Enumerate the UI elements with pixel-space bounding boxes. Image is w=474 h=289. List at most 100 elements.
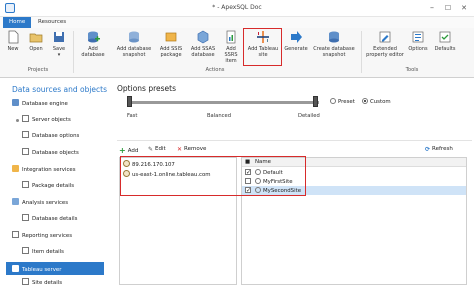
window-title: * - ApexSQL Doc [212, 4, 262, 11]
group-projects-label: Projects [27, 67, 49, 73]
edit-server-button[interactable]: ✎ Edit [148, 146, 166, 153]
open-label: Open [29, 46, 43, 52]
create-database-snapshot-label: Create database snapshot [313, 46, 355, 58]
sidebar-item-label: Database objects [32, 150, 79, 156]
pencil-icon: ✎ [148, 146, 154, 153]
database-options-icon [22, 131, 29, 138]
add-database-snapshot-label: Add database snapshot [116, 46, 152, 58]
open-folder-icon [29, 30, 43, 44]
ssas-cube-icon [196, 30, 210, 44]
refresh-icon: ⟳ [425, 146, 431, 153]
sidebar-title: Data sources and objects [12, 85, 108, 94]
plus-icon: + [119, 146, 126, 155]
generate-arrow-icon [289, 30, 303, 44]
slider-label-fast: Fast [127, 113, 138, 119]
tab-resources[interactable]: Resources [32, 17, 72, 28]
add-ssis-package-button[interactable]: Add SSIS package [157, 30, 185, 58]
sidebar-item-item-details[interactable]: Item details [22, 247, 64, 258]
minimize-button[interactable]: – [426, 2, 438, 14]
save-dropdown-icon[interactable]: ▾ [50, 52, 68, 58]
sidebar-item-database-options[interactable]: Database options [22, 131, 79, 142]
slider-label-balanced: Balanced [207, 113, 231, 119]
database-add-icon [86, 30, 100, 44]
remove-label: Remove [184, 146, 207, 152]
database-icon [12, 99, 19, 106]
item-details-icon [22, 247, 29, 254]
new-file-icon [6, 30, 20, 44]
sidebar-item-reporting-services[interactable]: Reporting services [12, 231, 72, 242]
ribbon-separator [73, 31, 74, 73]
maximize-button[interactable]: ☐ [442, 2, 454, 14]
tab-home[interactable]: Home [3, 17, 32, 28]
refresh-label: Refresh [432, 146, 453, 152]
sidebar-item-analysis-services[interactable]: Analysis services [12, 198, 68, 209]
remove-server-button[interactable]: ✕ Remove [177, 146, 206, 153]
sidebar-item-label: Tableau server [22, 267, 62, 273]
sidebar-item-label: Database engine [22, 101, 68, 107]
servers-sites-highlight-box [120, 156, 306, 196]
add-ssas-database-label: Add SSAS database [190, 46, 216, 58]
section-divider [117, 140, 472, 141]
preset-radio[interactable]: Preset [330, 98, 355, 105]
sidebar-item-label: Integration services [22, 167, 76, 173]
site-details-icon [22, 278, 29, 285]
add-database-button[interactable]: Add database [76, 30, 110, 58]
server-objects-icon [22, 115, 29, 122]
add-ssis-package-label: Add SSIS package [159, 46, 183, 58]
close-button[interactable]: ✕ [458, 2, 470, 14]
presets-slider-knob-left[interactable] [127, 96, 132, 107]
extended-property-editor-label: Extended property editor [366, 46, 404, 58]
defaults-button[interactable]: Defaults [431, 30, 459, 52]
sidebar-item-database-objects[interactable]: Database objects [22, 148, 79, 159]
extended-property-editor-button[interactable]: Extended property editor [364, 30, 406, 58]
create-database-snapshot-button[interactable]: Create database snapshot [311, 30, 357, 58]
sidebar-item-database-details[interactable]: Database details [22, 214, 77, 225]
options-icon [411, 30, 425, 44]
refresh-button[interactable]: ⟳ Refresh [425, 146, 453, 153]
tree-bullet [16, 119, 19, 122]
camera-database-icon [327, 30, 341, 44]
app-window: * - ApexSQL Doc – ☐ ✕ Home Resources New… [0, 0, 474, 289]
property-editor-icon [378, 30, 392, 44]
presets-slider-track[interactable] [129, 101, 319, 104]
new-label: New [7, 46, 19, 52]
defaults-label: Defaults [434, 46, 456, 52]
remove-x-icon: ✕ [177, 146, 183, 153]
sidebar-item-tableau-server[interactable]: Tableau server [6, 262, 104, 275]
reporting-services-icon [12, 231, 19, 238]
add-label: Add [127, 148, 139, 154]
sidebar-item-label: Package details [32, 183, 75, 189]
add-ssas-database-button[interactable]: Add SSAS database [187, 30, 219, 58]
options-presets-title: Options presets [117, 84, 176, 93]
generate-button[interactable]: Generate [284, 30, 308, 52]
sidebar-item-label: Site details [32, 280, 63, 286]
tableau-icon [12, 265, 19, 272]
options-button[interactable]: Options [406, 30, 430, 52]
sidebar-item-database-engine[interactable]: Database engine [12, 99, 68, 110]
sidebar: Data sources and objects Database engine… [0, 79, 108, 289]
custom-radio[interactable]: Custom [362, 98, 391, 105]
preset-radio-circle[interactable] [330, 98, 336, 104]
options-label: Options [408, 46, 428, 52]
sidebar-item-site-details[interactable]: Site details [22, 278, 62, 289]
edit-label: Edit [155, 146, 166, 152]
ribbon-separator [361, 31, 362, 73]
generate-label: Generate [284, 46, 308, 52]
slider-label-detailed: Detailed [298, 113, 320, 119]
new-button[interactable]: New [4, 30, 22, 52]
sidebar-item-label: Server objects [32, 117, 71, 123]
database-snapshot-icon [127, 30, 141, 44]
analysis-services-icon [12, 198, 19, 205]
add-database-snapshot-button[interactable]: Add database snapshot [113, 30, 155, 58]
sidebar-item-label: Database details [32, 216, 78, 222]
save-button[interactable]: Save ▾ [50, 30, 68, 58]
custom-radio-circle[interactable] [362, 98, 368, 104]
sidebar-item-package-details[interactable]: Package details [22, 181, 74, 192]
sidebar-item-server-objects[interactable]: Server objects [22, 115, 71, 126]
open-button[interactable]: Open [26, 30, 46, 52]
sidebar-item-integration-services[interactable]: Integration services [12, 165, 76, 176]
add-ssrs-item-button[interactable]: Add SSRS item [220, 30, 242, 64]
presets-slider-knob-right[interactable] [313, 96, 318, 107]
ssrs-report-icon [224, 30, 238, 44]
add-server-button[interactable]: + Add [119, 146, 138, 155]
